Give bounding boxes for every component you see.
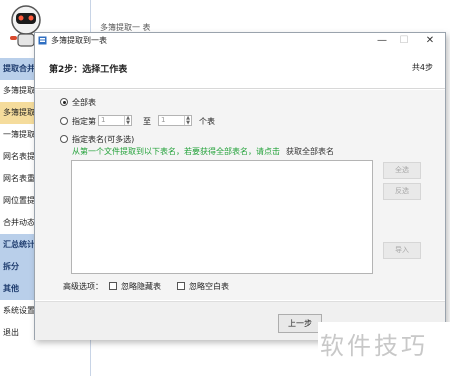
wizard-header: 第2步：选择工作表 共4步 <box>35 49 445 89</box>
radio-range-sheets[interactable] <box>60 117 68 125</box>
select-all-button[interactable]: 全选 <box>383 162 421 179</box>
hint-text: 从第一个文件提取到以下表名，若要获得全部表名，请点击 <box>72 147 280 156</box>
radio-named-label[interactable]: 指定表名(可多选) <box>72 134 134 145</box>
ignore-hidden-label[interactable]: 忽略隐藏表 <box>121 281 161 292</box>
range-to-value: 1 <box>161 116 166 124</box>
minimize-button[interactable]: — <box>371 33 393 49</box>
dialog-title: 多簿提取到一表 <box>51 36 107 45</box>
advanced-label: 高级选项： <box>63 282 103 291</box>
range-suffix-label: 个表 <box>199 117 215 126</box>
stepper-arrows-icon[interactable]: ▲ ▼ <box>124 116 131 125</box>
wizard-content: 全部表 指定第 1 ▲ ▼ 至 1 ▲ ▼ 个表 指定表名(可多选) 从第一个文件提… <box>35 90 445 300</box>
watermark-text: 软件技巧 <box>320 332 428 360</box>
stepper-arrows-icon[interactable]: ▲ ▼ <box>184 116 191 125</box>
ignore-blank-checkbox[interactable] <box>177 282 185 290</box>
step-total: 共4步 <box>411 63 433 72</box>
range-from-stepper[interactable]: 1 ▲ ▼ <box>98 115 132 126</box>
ignore-blank-label[interactable]: 忽略空白表 <box>189 281 229 292</box>
app-icon <box>38 36 47 45</box>
import-button[interactable]: 导入 <box>383 242 421 259</box>
dialog-titlebar[interactable]: 多簿提取到一表 — ☐ ✕ <box>35 33 445 49</box>
radio-named-sheets[interactable] <box>60 135 68 143</box>
extract-dialog: 多簿提取到一表 — ☐ ✕ 第2步：选择工作表 共4步 全部表 指定第 1 ▲ ▼… <box>34 32 446 340</box>
maximize-button[interactable]: ☐ <box>393 33 415 49</box>
range-to-stepper[interactable]: 1 ▲ ▼ <box>158 115 192 126</box>
radio-range-label[interactable]: 指定第 <box>72 116 96 127</box>
range-mid-label: 至 <box>143 117 151 126</box>
invert-selection-button[interactable]: 反选 <box>383 183 421 200</box>
sheet-name-list[interactable] <box>71 160 373 274</box>
previous-step-button[interactable]: 上一步 <box>278 314 322 333</box>
ignore-hidden-checkbox[interactable] <box>109 282 117 290</box>
get-all-sheet-names-link[interactable]: 获取全部表名 <box>286 146 334 157</box>
close-button[interactable]: ✕ <box>419 33 441 49</box>
radio-all-sheets-label[interactable]: 全部表 <box>72 97 96 108</box>
step-title: 第2步：选择工作表 <box>49 65 128 75</box>
range-from-value: 1 <box>101 116 106 124</box>
radio-all-sheets[interactable] <box>60 98 68 106</box>
